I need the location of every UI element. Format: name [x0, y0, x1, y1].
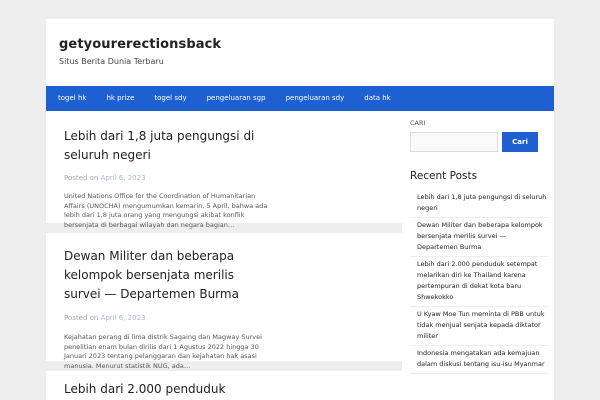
recent-post-link[interactable]: Lebih dari 1,8 juta pengungsi di seluruh…: [410, 190, 548, 218]
recent-post-link[interactable]: U Kyaw Moe Tun meminta di PBB untuk tida…: [410, 307, 548, 346]
main-content: Lebih dari 1,8 juta pengungsi di seluruh…: [46, 111, 402, 400]
recent-post-link[interactable]: Dewan Militer dan beberapa kelompok bers…: [410, 218, 548, 257]
site-description: Situs Berita Dunia Terbaru: [59, 57, 164, 66]
post-article: Dewan Militer dan beberapa kelompok bers…: [46, 233, 402, 370]
post-date[interactable]: April 6, 2023: [101, 314, 146, 322]
nav-item-data-hk[interactable]: data hk: [354, 86, 400, 111]
content-area: Lebih dari 1,8 juta pengungsi di seluruh…: [46, 111, 554, 400]
main-navigation: togel hk hk prize togel sdy pengeluaran …: [46, 86, 554, 111]
search-input[interactable]: [410, 132, 498, 152]
post-meta: Posted on April 6, 2023: [64, 314, 146, 322]
post-title[interactable]: Dewan Militer dan beberapa kelompok bers…: [64, 247, 274, 304]
recent-post-link[interactable]: Indonesia mengatakan ada kemajuan dalam …: [410, 346, 548, 374]
post-excerpt: Kejahatan perang di lima distrik Sagaing…: [64, 333, 262, 370]
site-title[interactable]: getyourerectionsback: [59, 37, 221, 52]
recent-post-link[interactable]: Lebih dari 2.000 penduduk setempat melar…: [410, 257, 548, 307]
site-header: getyourerectionsback Situs Berita Dunia …: [46, 19, 554, 86]
post-article: Lebih dari 1,8 juta pengungsi di seluruh…: [46, 111, 402, 229]
post-meta: Posted on April 6, 2023: [64, 174, 146, 182]
nav-item-togel-sdy[interactable]: togel sdy: [144, 86, 196, 111]
post-title[interactable]: Lebih dari 2.000 penduduk: [64, 380, 324, 399]
post-title[interactable]: Lebih dari 1,8 juta pengungsi di seluruh…: [64, 127, 274, 165]
search-label: CARI: [410, 119, 426, 127]
post-excerpt: United Nations Office for the Coordinati…: [64, 192, 268, 229]
nav-item-hk-prize[interactable]: hk prize: [96, 86, 144, 111]
post-meta-prefix: Posted on: [64, 314, 99, 322]
nav-item-togel-hk[interactable]: togel hk: [48, 86, 96, 111]
search-button[interactable]: Cari: [502, 132, 538, 152]
recent-posts-title: Recent Posts: [410, 170, 478, 182]
recent-posts-list: Lebih dari 1,8 juta pengungsi di seluruh…: [410, 190, 548, 374]
nav-item-pengeluaran-sgp[interactable]: pengeluaran sgp: [197, 86, 276, 111]
post-meta-prefix: Posted on: [64, 174, 99, 182]
sidebar: CARI Cari Recent Posts Lebih dari 1,8 ju…: [402, 111, 554, 400]
post-date[interactable]: April 6, 2023: [101, 174, 146, 182]
nav-item-pengeluaran-sdy[interactable]: pengeluaran sdy: [276, 86, 355, 111]
page: getyourerectionsback Situs Berita Dunia …: [46, 19, 554, 400]
post-article: Lebih dari 2.000 penduduk: [46, 371, 402, 400]
